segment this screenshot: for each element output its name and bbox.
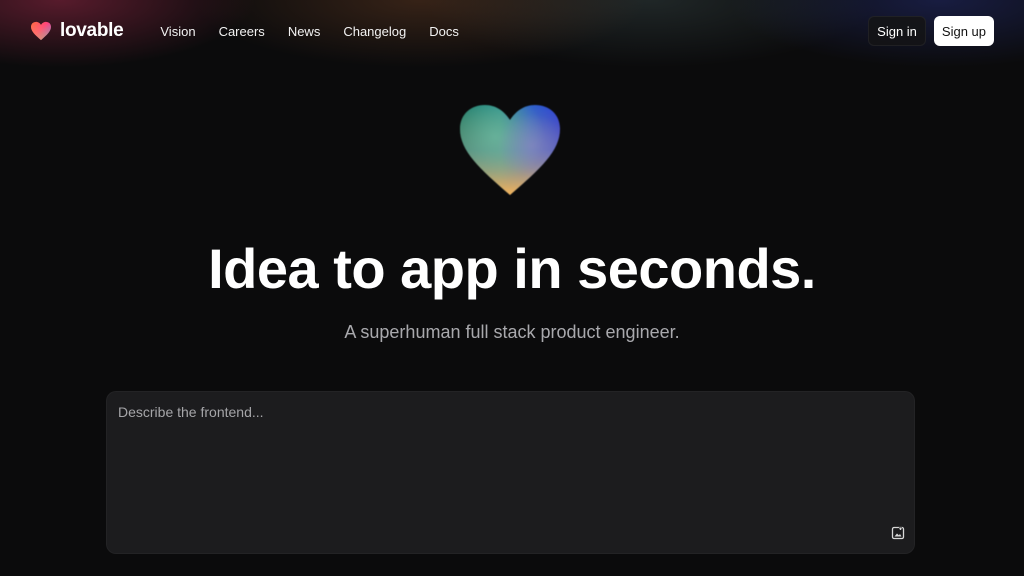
nav-link-news[interactable]: News [288, 24, 321, 39]
hero-subtitle: A superhuman full stack product engineer… [344, 322, 680, 342]
nav-links: Vision Careers News Changelog Docs [160, 24, 458, 39]
nav-link-docs[interactable]: Docs [429, 24, 459, 39]
sign-in-button[interactable]: Sign in [868, 16, 926, 46]
landing-page: lovable Vision Careers News Changelog Do… [0, 0, 1024, 576]
auth-actions: Sign in Sign up [868, 16, 994, 46]
prompt-input[interactable] [118, 404, 898, 514]
brand-name: lovable [60, 20, 124, 41]
heart-gradient-icon [31, 21, 51, 41]
top-navigation: lovable Vision Careers News Changelog Do… [0, 0, 1024, 62]
hero-title: Idea to app in seconds. [208, 237, 816, 300]
sign-up-button[interactable]: Sign up [933, 16, 994, 46]
nav-link-careers[interactable]: Careers [219, 24, 265, 39]
heart-gradient-icon [460, 105, 560, 195]
prompt-box [106, 391, 915, 554]
nav-link-changelog[interactable]: Changelog [343, 24, 406, 39]
image-upload-icon[interactable] [891, 526, 905, 540]
nav-link-vision[interactable]: Vision [160, 24, 195, 39]
brand-logo[interactable]: lovable [30, 20, 124, 42]
